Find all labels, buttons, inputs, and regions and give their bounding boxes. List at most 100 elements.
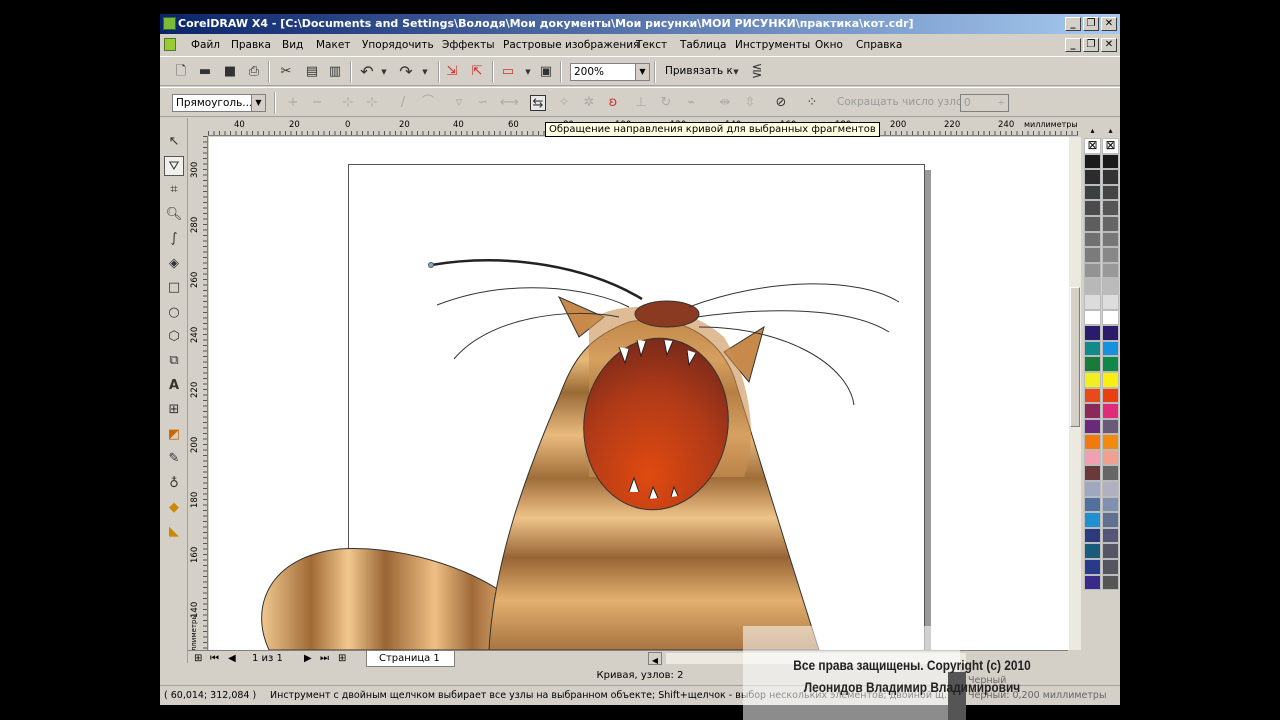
- color-swatch[interactable]: [1084, 418, 1101, 435]
- color-swatch[interactable]: [1102, 512, 1119, 528]
- shape-tool-icon[interactable]: ⛛: [164, 156, 184, 176]
- color-swatch[interactable]: [1102, 403, 1119, 419]
- color-swatch[interactable]: [1102, 247, 1119, 263]
- color-swatch[interactable]: [1084, 184, 1101, 201]
- undo-dropdown-icon[interactable]: ▼: [376, 64, 392, 80]
- extend-curve-icon[interactable]: ✲: [581, 95, 597, 111]
- color-swatch[interactable]: [1102, 465, 1119, 482]
- vertical-reflect-icon[interactable]: ⇳: [742, 95, 758, 111]
- eyedropper-icon[interactable]: ✎: [164, 449, 184, 469]
- close-button[interactable]: ✕: [1101, 17, 1117, 31]
- color-swatch[interactable]: [1102, 153, 1119, 170]
- minimize-button[interactable]: _: [1065, 17, 1081, 31]
- freehand-tool-icon[interactable]: ∫: [164, 229, 184, 249]
- menu-tools[interactable]: Инструменты: [735, 35, 810, 55]
- color-swatch[interactable]: [1084, 512, 1101, 528]
- copy-icon[interactable]: ▤: [304, 64, 320, 80]
- color-swatch[interactable]: [1102, 387, 1119, 404]
- reverse-direction-icon[interactable]: ⇆: [530, 95, 546, 111]
- undo-icon[interactable]: ↶: [359, 64, 375, 80]
- color-swatch[interactable]: [1084, 356, 1101, 372]
- vertical-ruler[interactable]: 300 280 260 240 220 200 180 160 140 милл…: [188, 136, 208, 663]
- color-swatch[interactable]: [1084, 465, 1101, 482]
- first-page-icon[interactable]: ⏮: [210, 651, 219, 666]
- color-swatch[interactable]: [1102, 543, 1119, 560]
- color-swatch[interactable]: [1102, 527, 1119, 544]
- color-swatch[interactable]: [1102, 325, 1119, 341]
- menu-effects[interactable]: Эффекты: [442, 35, 495, 55]
- color-swatch[interactable]: [1084, 215, 1101, 232]
- menu-table[interactable]: Таблица: [680, 35, 726, 55]
- color-swatch[interactable]: [1084, 309, 1101, 326]
- smooth-node-icon[interactable]: ∽: [475, 95, 491, 111]
- color-swatch[interactable]: [1084, 340, 1101, 357]
- new-icon[interactable]: 🗋: [173, 64, 189, 80]
- color-swatch[interactable]: [1084, 496, 1101, 513]
- color-swatch[interactable]: [1084, 371, 1101, 388]
- menu-window[interactable]: Окно: [815, 35, 843, 55]
- chevron-down-icon[interactable]: ▼: [635, 64, 649, 80]
- symmetrical-node-icon[interactable]: ⟷: [500, 95, 519, 111]
- color-swatch[interactable]: [1084, 403, 1101, 419]
- application-launcher-icon[interactable]: ▭: [500, 64, 516, 80]
- to-line-icon[interactable]: /: [395, 95, 411, 111]
- redo-dropdown-icon[interactable]: ▼: [417, 64, 433, 80]
- menu-view[interactable]: Вид: [282, 35, 303, 55]
- zoom-level-combo[interactable]: 200% ▼: [570, 63, 650, 81]
- print-icon[interactable]: ⎙: [246, 64, 262, 80]
- color-swatch[interactable]: [1084, 169, 1101, 185]
- color-swatch[interactable]: [1102, 559, 1119, 575]
- menu-layout[interactable]: Макет: [316, 35, 350, 55]
- scroll-left-icon[interactable]: ◀: [648, 652, 662, 665]
- join-nodes-icon[interactable]: ⊹: [340, 95, 356, 111]
- color-swatch[interactable]: [1102, 309, 1119, 326]
- color-swatch[interactable]: [1102, 496, 1119, 513]
- color-swatch[interactable]: [1102, 169, 1119, 185]
- delete-node-icon[interactable]: −: [309, 95, 325, 111]
- color-swatch[interactable]: [1084, 543, 1101, 560]
- break-curve-icon[interactable]: ⊹: [364, 95, 380, 111]
- export-icon[interactable]: ⇱: [469, 64, 485, 80]
- reduce-nodes-input[interactable]: 0 ÷: [960, 94, 1009, 112]
- color-swatch[interactable]: [1102, 184, 1119, 201]
- color-swatch[interactable]: [1102, 262, 1119, 279]
- last-page-icon[interactable]: ⏭: [320, 651, 329, 666]
- color-swatch[interactable]: [1084, 559, 1101, 575]
- color-swatch[interactable]: [1084, 574, 1101, 591]
- stretch-nodes-icon[interactable]: ⊥: [633, 95, 649, 111]
- cusp-node-icon[interactable]: ▿: [451, 95, 467, 111]
- align-nodes-icon[interactable]: ⌁: [683, 95, 699, 111]
- auto-close-icon[interactable]: ʚ: [605, 95, 621, 111]
- open-icon[interactable]: ▬: [197, 64, 213, 80]
- color-swatch[interactable]: [1084, 262, 1101, 279]
- cat-drawing[interactable]: [209, 137, 1069, 650]
- pick-tool-icon[interactable]: ↖: [164, 132, 184, 152]
- snap-dropdown-icon[interactable]: ▼: [728, 64, 744, 80]
- color-swatch[interactable]: [1102, 434, 1119, 450]
- color-swatch[interactable]: [1084, 278, 1101, 294]
- add-page-after-icon[interactable]: ⊞: [338, 651, 346, 666]
- outline-pen-icon[interactable]: ♁: [164, 474, 184, 494]
- cut-icon[interactable]: ✂: [278, 64, 294, 80]
- no-color-swatch[interactable]: ⊠: [1102, 138, 1119, 154]
- color-swatch[interactable]: [1084, 325, 1101, 341]
- options-icon[interactable]: ⋚: [749, 64, 765, 80]
- color-swatch[interactable]: [1102, 200, 1119, 216]
- rotate-nodes-icon[interactable]: ↻: [658, 95, 674, 111]
- to-curve-icon[interactable]: ⌒: [420, 95, 436, 111]
- color-swatch[interactable]: [1102, 278, 1119, 294]
- color-swatch[interactable]: [1084, 387, 1101, 404]
- scroll-thumb[interactable]: [1070, 287, 1080, 427]
- menu-edit[interactable]: Правка: [231, 35, 271, 55]
- doc-close-button[interactable]: ✕: [1101, 38, 1117, 52]
- welcome-screen-icon[interactable]: ▣: [538, 64, 554, 80]
- color-swatch[interactable]: [1102, 418, 1119, 435]
- drawing-canvas[interactable]: [209, 137, 1069, 650]
- color-swatch[interactable]: [1084, 247, 1101, 263]
- polygon-tool-icon[interactable]: ⬡: [164, 327, 184, 347]
- color-swatch[interactable]: [1084, 434, 1101, 450]
- fill-tool-icon[interactable]: ◆: [164, 498, 184, 518]
- zoom-tool-icon[interactable]: 🔍︎: [164, 205, 184, 225]
- color-swatch[interactable]: [1102, 340, 1119, 357]
- palette-scroll-up-icon[interactable]: ▴: [1102, 126, 1119, 138]
